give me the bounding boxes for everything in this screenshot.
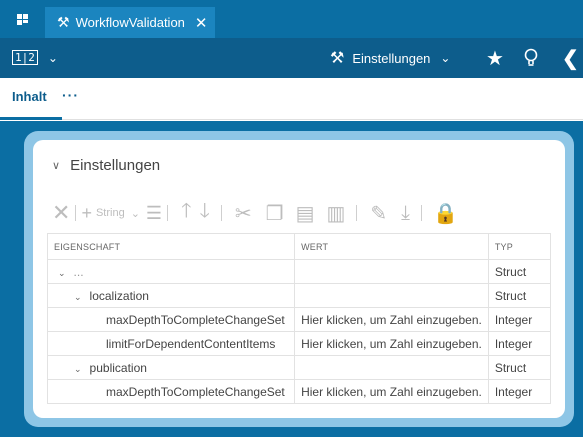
property-type: Struct: [487, 355, 552, 380]
cut-icon[interactable]: ✂: [235, 200, 252, 226]
chevron-down-icon[interactable]: ⌄: [131, 200, 140, 226]
chevron-left-icon[interactable]: ❮: [562, 46, 579, 71]
move-down-icon[interactable]: 🡓: [199, 200, 209, 226]
paste-icon[interactable]: ▤: [296, 200, 315, 226]
property-name-cell: ⌄...: [46, 259, 296, 284]
separator: [220, 205, 222, 221]
property-name: publication: [89, 360, 147, 375]
edit-icon[interactable]: ✎: [370, 200, 387, 226]
active-tab-indicator: [0, 117, 62, 120]
table-row[interactable]: limitForDependentContentItems Hier klick…: [46, 331, 552, 356]
settings-menu[interactable]: ⚒ Einstellungen ⌄: [330, 48, 450, 68]
delete-icon[interactable]: ✕: [52, 200, 70, 226]
properties-table: EIGENSCHAFT WERT TYP ⌄... Struct ⌄ locali…: [46, 233, 552, 404]
property-value: [294, 259, 489, 284]
column-header-typ[interactable]: TYP: [487, 233, 552, 260]
table-row[interactable]: maxDepthToCompleteChangeSet Hier klicken…: [46, 307, 552, 332]
separator: [356, 205, 358, 221]
chevron-down-icon: ⌄: [47, 50, 58, 65]
tools-icon: ⚒: [330, 50, 345, 67]
property-type: Integer: [487, 307, 552, 332]
table-row[interactable]: maxDepthToCompleteChangeSet Hier klicken…: [46, 379, 552, 404]
move-up-icon[interactable]: 🡑: [181, 200, 191, 226]
string-type-label[interactable]: String: [96, 207, 125, 219]
tools-icon: ⚒: [57, 14, 70, 30]
property-value: [294, 355, 489, 380]
settings-label: Einstellungen: [352, 50, 431, 66]
separator: [167, 205, 169, 221]
insert-list-icon[interactable]: ☰: [146, 200, 162, 226]
property-name-cell: ⌄ localization: [46, 283, 296, 308]
tab-workflow-validation[interactable]: ⚒ WorkflowValidation ✕: [45, 7, 215, 38]
edit-toolbar: ✕ + String ⌄ ☰ 🡑 🡓 ✂ ❐ ▤ ▥ ✎ ⤓ 🔒: [52, 200, 552, 226]
star-icon[interactable]: ★: [486, 46, 504, 71]
property-name: ...: [73, 264, 84, 279]
property-type: Struct: [487, 283, 552, 308]
download-icon[interactable]: ⤓: [401, 200, 410, 226]
paste-special-icon[interactable]: ▥: [326, 200, 345, 226]
view-switch[interactable]: 1|2 ⌄: [12, 50, 58, 65]
property-name: localization: [89, 288, 149, 303]
column-header-eigenschaft[interactable]: EIGENSCHAFT: [46, 233, 296, 260]
title-bar: ⚒ WorkflowValidation ✕: [0, 0, 583, 38]
chevron-down-icon[interactable]: ⌄: [74, 364, 82, 374]
lock-icon[interactable]: 🔒: [433, 200, 458, 226]
chevron-down-icon[interactable]: ⌄: [58, 268, 66, 278]
separator: [75, 205, 77, 221]
table-header-row: EIGENSCHAFT WERT TYP: [46, 233, 552, 260]
section-title: Einstellungen: [70, 157, 161, 174]
property-type: Struct: [487, 259, 552, 284]
tab-title: WorkflowValidation: [75, 15, 185, 30]
app-menu-icon[interactable]: [0, 0, 44, 38]
separator: [421, 205, 422, 221]
tab-inhalt[interactable]: Inhalt: [12, 89, 47, 104]
property-value: [294, 283, 489, 308]
property-type: Integer: [487, 331, 552, 356]
property-type: Integer: [487, 379, 552, 404]
sub-tabs: Inhalt ···: [0, 78, 583, 120]
more-tabs-icon[interactable]: ···: [62, 87, 79, 103]
add-icon[interactable]: +: [81, 200, 92, 226]
copy-icon[interactable]: ❐: [266, 200, 284, 226]
chevron-down-icon[interactable]: ⌄: [74, 292, 82, 302]
table-row[interactable]: ⌄... Struct: [46, 259, 552, 284]
close-icon[interactable]: ✕: [195, 14, 208, 32]
property-value[interactable]: Hier klicken, um Zahl einzugeben.: [294, 307, 489, 332]
property-value[interactable]: Hier klicken, um Zahl einzugeben.: [294, 331, 489, 356]
view-switch-label: 1|2: [12, 50, 38, 65]
property-name: limitForDependentContentItems: [46, 331, 296, 356]
column-header-wert[interactable]: WERT: [294, 233, 489, 260]
table-row[interactable]: ⌄ publication Struct: [46, 355, 552, 380]
chevron-down-icon: ∨: [52, 160, 61, 172]
table-row[interactable]: ⌄ localization Struct: [46, 283, 552, 308]
section-header[interactable]: ∨ Einstellungen: [52, 157, 160, 174]
chevron-down-icon: ⌄: [440, 51, 451, 65]
property-name: maxDepthToCompleteChangeSet: [46, 379, 296, 404]
main-toolbar: 1|2 ⌄ ⚒ Einstellungen ⌄ ★ ❮: [0, 38, 583, 78]
property-value[interactable]: Hier klicken, um Zahl einzugeben.: [294, 379, 489, 404]
property-name: maxDepthToCompleteChangeSet: [46, 307, 296, 332]
lightbulb-icon[interactable]: [524, 48, 538, 68]
property-name-cell: ⌄ publication: [46, 355, 296, 380]
